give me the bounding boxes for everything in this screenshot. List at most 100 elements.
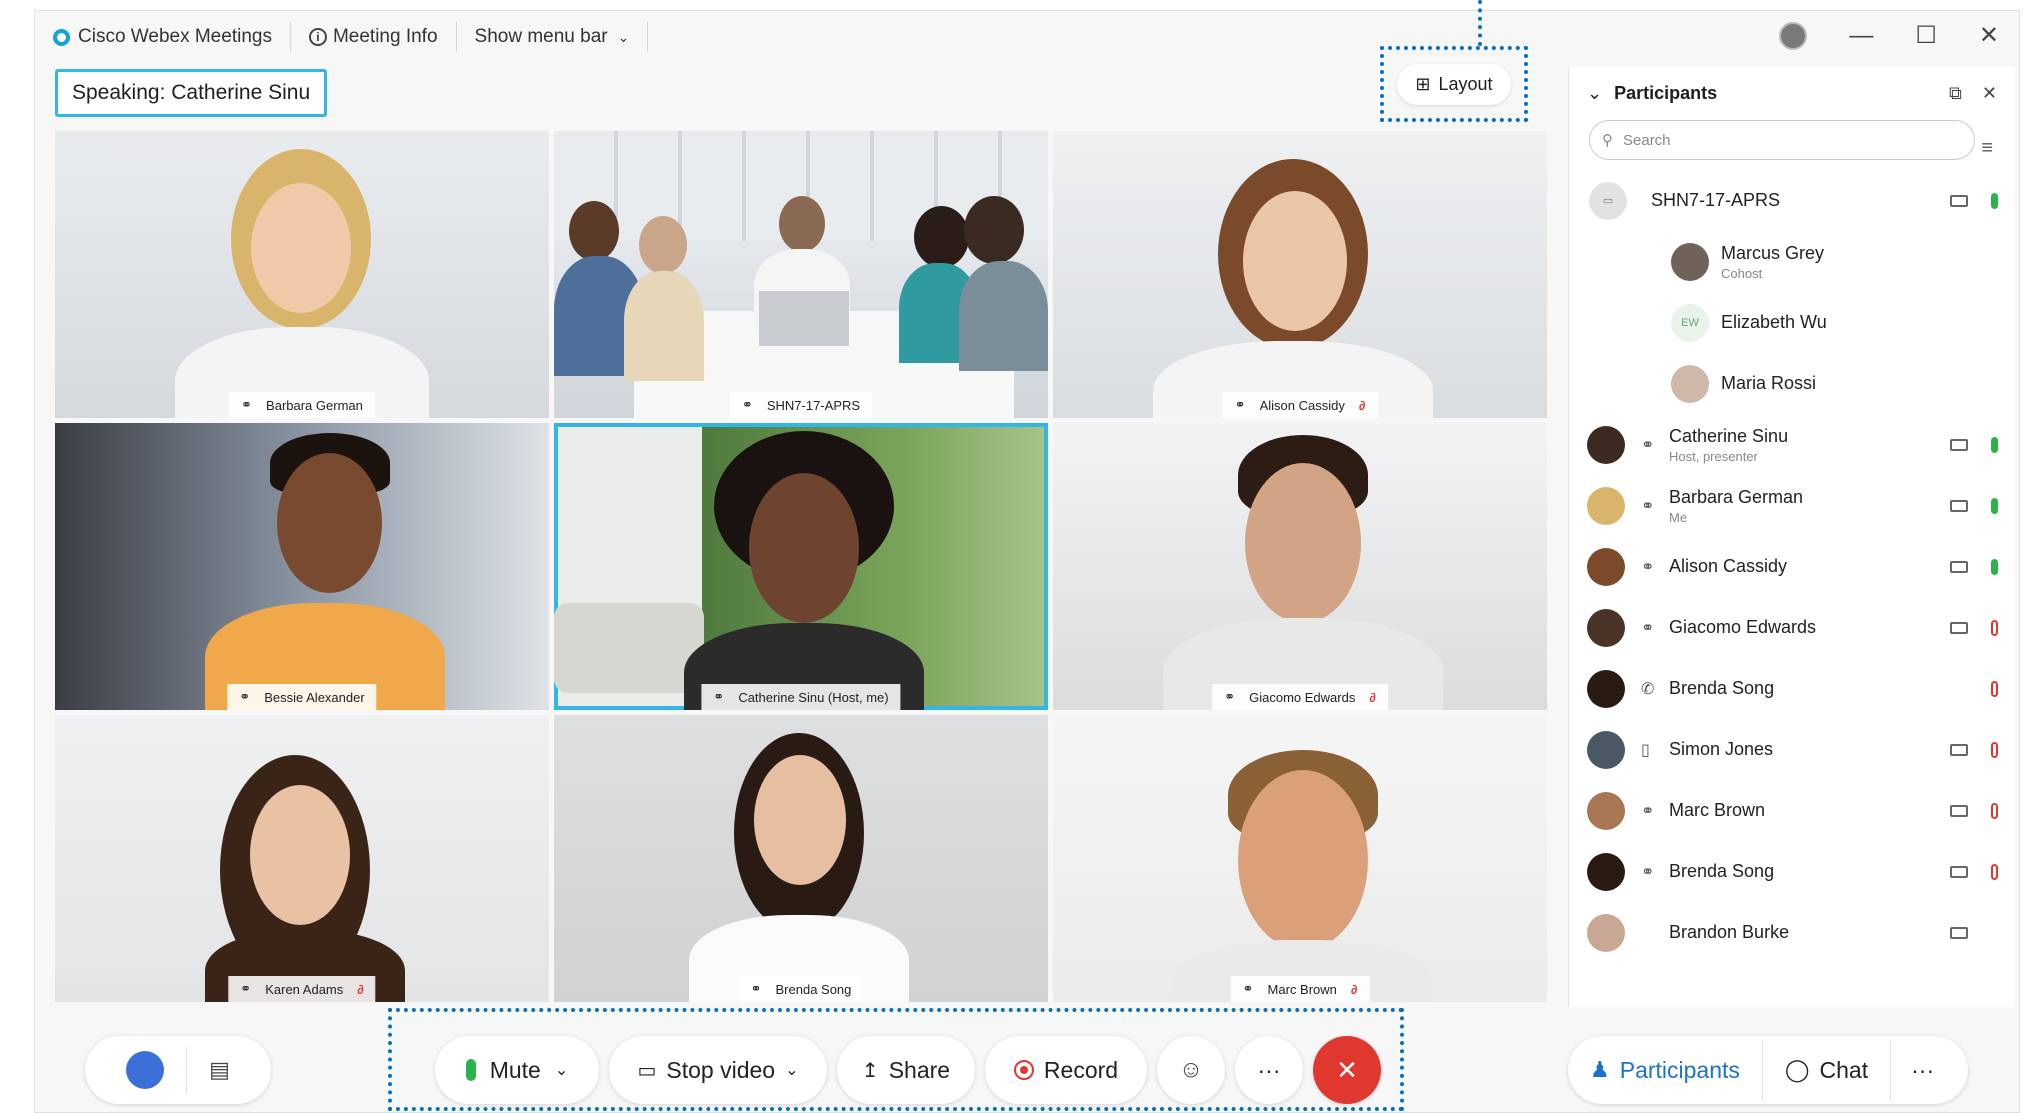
avatar <box>1587 852 1625 891</box>
maximize-button[interactable]: ☐ <box>1915 21 1937 50</box>
video-tile-active[interactable]: ⚭ Catherine Sinu (Host, me) <box>554 423 1048 710</box>
participant-row[interactable]: ✆ Brenda Song <box>1569 658 2015 719</box>
participant-row[interactable]: ⚭ Giacomo Edwards <box>1569 597 2015 658</box>
participant-list: ▭ SHN7-17-APRS Marcus Grey Cohost EW Eli… <box>1569 170 2015 963</box>
video-tile[interactable]: ⚭ Brenda Song <box>554 715 1048 1002</box>
mic-on-icon <box>1991 558 1998 575</box>
participant-row[interactable]: ⚭ Marc Brown <box>1569 780 2015 841</box>
close-panel-icon[interactable]: ✕ <box>1982 83 1997 104</box>
participant-name-block: Barbara German Me <box>1669 487 1803 525</box>
participant-row[interactable]: ▯ Simon Jones <box>1569 719 2015 780</box>
avatar <box>1587 547 1625 586</box>
participants-toggle-button[interactable]: ♟ Participants <box>1568 1057 1762 1084</box>
sort-list-icon[interactable]: ≡ <box>1981 137 1993 160</box>
computer-audio-icon: ⚭ <box>240 981 252 996</box>
computer-audio-icon: ⚭ <box>1641 802 1655 820</box>
computer-audio-icon: ⚭ <box>239 689 251 704</box>
mic-muted-icon <box>1991 863 1998 880</box>
avatar <box>1587 608 1625 647</box>
participant-video <box>1053 715 1547 1002</box>
tile-name-bar: ⚭ Brenda Song <box>738 976 864 1002</box>
participant-row[interactable]: ⚭ Catherine Sinu Host, presenter <box>1569 414 2015 475</box>
captions-icon[interactable]: ▤ <box>209 1057 230 1083</box>
video-tile[interactable]: ⚭ SHN7-17-APRS <box>554 131 1048 418</box>
participant-row[interactable]: Maria Rossi <box>1569 353 2015 414</box>
pop-out-icon[interactable]: ⧉ <box>1949 83 1962 104</box>
participant-row[interactable]: Brandon Burke <box>1569 902 2015 963</box>
close-window-button[interactable]: ✕ <box>1979 21 1999 50</box>
meeting-info-button[interactable]: i Meeting Info <box>291 22 457 52</box>
participant-row[interactable]: EW Elizabeth Wu <box>1569 292 2015 353</box>
camera-icon <box>1950 438 1968 451</box>
participant-name: Catherine Sinu <box>1669 425 1789 446</box>
webex-assistant-icon[interactable] <box>126 1051 165 1089</box>
show-menu-bar-button[interactable]: Show menu bar ⌄ <box>457 22 649 52</box>
search-placeholder: Search <box>1623 131 1671 149</box>
video-tile[interactable]: ⚭ Bessie Alexander <box>55 423 549 710</box>
avatar <box>1587 669 1625 708</box>
participant-name: Brandon Burke <box>1669 922 1790 942</box>
computer-audio-icon: ⚭ <box>1641 558 1655 576</box>
video-tile[interactable]: ⚭ Giacomo Edwards ∂ <box>1053 423 1547 710</box>
video-tile[interactable]: ⚭ Barbara German <box>55 131 549 418</box>
controls-highlight-frame <box>388 1008 1404 1111</box>
participant-name: Maria Rossi <box>1721 373 1817 393</box>
camera-icon <box>1950 743 1968 756</box>
tile-name: Marc Brown <box>1267 981 1337 997</box>
mic-muted-icon <box>1991 680 1998 697</box>
participant-name: SHN7-17-APRS <box>1651 190 1781 210</box>
window-controls: — ☐ ✕ <box>1779 21 1999 50</box>
mic-muted-icon: ∂ <box>1369 689 1376 705</box>
participant-name: Brenda Song <box>1669 678 1775 698</box>
initials-avatar: EW <box>1671 303 1709 342</box>
tile-name: SHN7-17-APRS <box>766 397 861 413</box>
tile-name-bar: ⚭ Marc Brown ∂ <box>1230 976 1370 1002</box>
mic-on-icon <box>1991 497 1998 514</box>
title-bar: Cisco Webex Meetings i Meeting Info Show… <box>35 11 2019 63</box>
user-avatar[interactable] <box>1779 21 1808 50</box>
video-tile[interactable]: ⚭ Karen Adams ∂ <box>55 715 549 1002</box>
participant-search-input[interactable]: ⚲ Search <box>1589 120 1975 160</box>
participant-row[interactable]: Marcus Grey Cohost <box>1569 231 2015 292</box>
computer-audio-icon: ⚭ <box>1641 436 1655 454</box>
more-panels-button[interactable]: ··· <box>1891 1057 1954 1084</box>
tile-name-bar: ⚭ Bessie Alexander <box>227 684 377 710</box>
participant-name: Simon Jones <box>1669 739 1774 759</box>
computer-audio-icon: ⚭ <box>741 397 753 412</box>
app-name: Cisco Webex Meetings <box>78 26 272 47</box>
participants-panel: ⌄ Participants ⧉ ✕ ⚲ Search ≡ ▭ SHN7-17-… <box>1568 67 2015 1007</box>
participant-row[interactable]: ⚭ Brenda Song <box>1569 841 2015 902</box>
participant-row[interactable]: ⚭ Barbara German Me <box>1569 475 2015 536</box>
participant-name: Barbara German <box>1669 486 1804 507</box>
webex-logo-icon <box>53 28 70 46</box>
avatar <box>1587 425 1625 464</box>
participant-role: Me <box>1669 509 1688 525</box>
participant-row[interactable]: ▭ SHN7-17-APRS <box>1569 170 2015 231</box>
chat-toggle-button[interactable]: ◯ Chat <box>1763 1057 1890 1084</box>
video-tile[interactable]: ⚭ Alison Cassidy ∂ <box>1053 131 1547 418</box>
participant-video <box>1053 423 1547 710</box>
minimize-button[interactable]: — <box>1849 22 1873 50</box>
video-tile[interactable]: ⚭ Marc Brown ∂ <box>1053 715 1547 1002</box>
tile-name: Giacomo Edwards <box>1249 689 1356 705</box>
video-grid: ⚭ Barbara German ⚭ SHN7-17-APRS ⚭ Alison… <box>55 131 1547 1002</box>
participant-name: Alison Cassidy <box>1669 556 1788 576</box>
mic-muted-icon: ∂ <box>1350 981 1358 997</box>
tile-name-bar: ⚭ Giacomo Edwards ∂ <box>1212 684 1388 710</box>
participant-row[interactable]: ⚭ Alison Cassidy <box>1569 536 2015 597</box>
camera-icon <box>1950 926 1968 939</box>
speaking-indicator: Speaking: Catherine Sinu <box>55 69 328 117</box>
tile-name: Bessie Alexander <box>264 689 365 705</box>
avatar <box>1587 791 1625 830</box>
phone-icon: ✆ <box>1641 680 1655 698</box>
participant-video <box>554 131 1048 418</box>
computer-audio-icon: ⚭ <box>1234 397 1246 412</box>
show-menu-bar-label: Show menu bar <box>474 26 608 47</box>
app-title: Cisco Webex Meetings <box>35 22 291 52</box>
participant-video <box>554 715 1048 1002</box>
layout-callout-line <box>1478 0 1482 46</box>
layout-button[interactable]: ⊞ Layout <box>1397 63 1511 105</box>
participants-panel-title: Participants <box>1614 83 1718 103</box>
collapse-chevron-icon[interactable]: ⌄ <box>1587 83 1602 104</box>
layout-label: Layout <box>1438 73 1493 94</box>
